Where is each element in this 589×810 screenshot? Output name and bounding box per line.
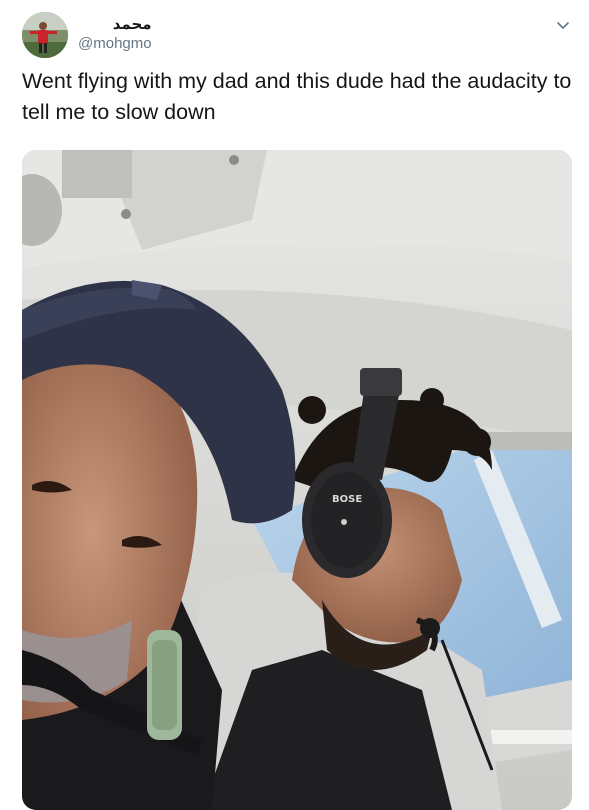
tweet-text: Went flying with my dad and this dude ha…: [22, 69, 572, 124]
chevron-down-icon[interactable]: [554, 16, 572, 34]
display-name[interactable]: محمد: [78, 14, 152, 34]
avatar-image: [22, 12, 68, 58]
cockpit-selfie-image: BOSE: [22, 150, 572, 810]
tweet-photo[interactable]: BOSE: [22, 150, 572, 810]
headset-brand-label: BOSE: [332, 494, 362, 505]
user-handle[interactable]: @mohgmo: [78, 34, 152, 54]
avatar[interactable]: [22, 12, 68, 58]
tweet-header: محمد @mohgmo: [20, 10, 576, 60]
tweet-card: محمد @mohgmo Went flying with my dad and…: [0, 0, 589, 810]
